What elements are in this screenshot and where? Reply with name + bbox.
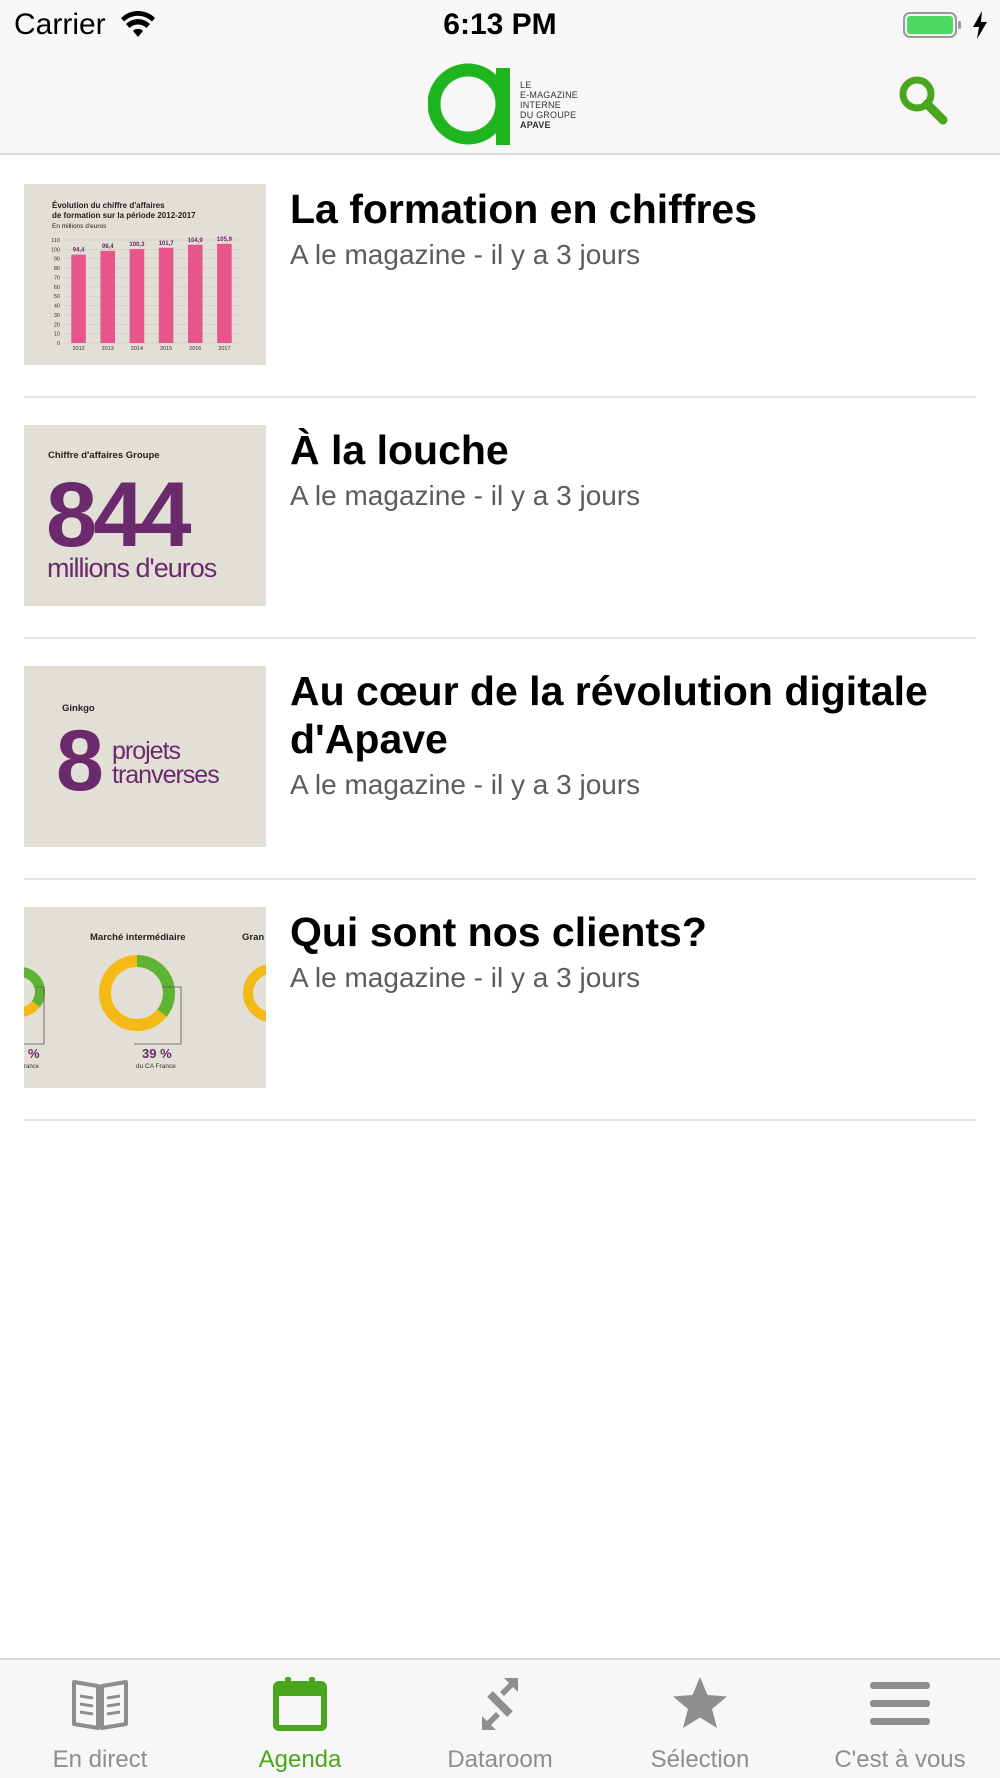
- x-tick-label: 2015: [160, 346, 172, 352]
- x-tick-label: 2013: [102, 346, 114, 352]
- thumb-big-number: 8: [56, 713, 104, 809]
- chart-bar: [71, 254, 86, 343]
- y-tick-label: 50: [54, 294, 60, 300]
- bar-value-label: 98,4: [102, 244, 114, 250]
- y-tick-label: 100: [51, 247, 60, 253]
- y-tick-label: 110: [51, 238, 60, 244]
- donut-charts-graphic: Marché intermédiaire Gran % rance 39 % d…: [24, 932, 266, 1070]
- tab-selection[interactable]: Sélection: [600, 1660, 800, 1778]
- tab-en-direct[interactable]: En direct: [0, 1660, 200, 1778]
- x-tick-label: 2014: [131, 346, 143, 352]
- article-row[interactable]: Évolution du chiffre d'affaires de forma…: [0, 157, 1000, 398]
- thumb-unit: millions d'euros: [47, 553, 217, 583]
- article-meta: A le magazine - il y a 3 jours: [290, 480, 641, 511]
- thumb-label-right: Gran: [242, 932, 264, 943]
- logo-wordmark: LE E-MAGAZINE INTERNE DU GROUPE APAVE: [520, 80, 578, 130]
- bar-value-label: 100,3: [129, 242, 145, 248]
- bar-value-label: 94,4: [73, 248, 85, 254]
- tab-label: Sélection: [650, 1746, 750, 1773]
- tab-agenda[interactable]: Agenda: [200, 1660, 400, 1778]
- chart-bar: [187, 244, 203, 343]
- search-icon[interactable]: [896, 74, 950, 128]
- tab-label: C'est à vous: [834, 1746, 966, 1773]
- chart-title: de formation sur la période 2012-2017: [52, 211, 196, 220]
- donut-sub: rance: [24, 1064, 40, 1070]
- calendar-icon: [273, 1677, 327, 1731]
- article-title[interactable]: Au cœur de la révolution digitale d'Apav…: [290, 667, 950, 763]
- nav-bar: LE E-MAGAZINE INTERNE DU GROUPE APAVE: [0, 50, 1000, 155]
- menu-icon: [870, 1682, 930, 1725]
- y-tick-label: 60: [54, 285, 60, 291]
- donut-percent: %: [28, 1046, 40, 1061]
- logo-line: DU GROUPE: [520, 110, 577, 120]
- donut-segment: [24, 967, 45, 1007]
- figure-844-graphic: Chiffre d'affaires Groupe 844 millions d…: [46, 450, 218, 583]
- chart-bar: [129, 249, 145, 343]
- donut-sub: du CA France: [136, 1063, 176, 1070]
- logo-line: APAVE: [520, 120, 551, 130]
- article-title[interactable]: La formation en chiffres: [290, 185, 950, 233]
- figure-8-projets-graphic: Ginkgo 8 projets tranverses: [56, 703, 220, 809]
- tab-dataroom[interactable]: Dataroom: [400, 1660, 600, 1778]
- revenue-bar-chart: Évolution du chiffre d'affaires de forma…: [51, 201, 239, 352]
- tab-cest-a-vous[interactable]: C'est à vous: [800, 1660, 1000, 1778]
- expand-arrows-icon: [482, 1678, 518, 1730]
- thumb-label: Chiffre d'affaires Groupe: [48, 450, 160, 461]
- article-thumbnail: Évolution du chiffre d'affaires de forma…: [24, 184, 266, 365]
- article-row[interactable]: Ginkgo 8 projets tranverses Au cœur de l…: [0, 639, 1000, 880]
- chart-bar: [158, 247, 174, 343]
- thumb-big-number: 844: [46, 464, 191, 566]
- article-thumbnail: Ginkgo 8 projets tranverses: [24, 666, 266, 847]
- y-tick-label: 10: [54, 332, 60, 338]
- y-tick-label: 80: [54, 266, 60, 272]
- clock: 6:13 PM: [443, 8, 557, 41]
- book-icon: [72, 1680, 128, 1730]
- y-tick-label: 40: [54, 304, 60, 310]
- chart-bar: [217, 243, 232, 343]
- charging-icon: [973, 11, 987, 39]
- battery-icon: [903, 12, 961, 38]
- chart-bar: [100, 250, 116, 343]
- star-icon: [673, 1677, 727, 1728]
- article-row[interactable]: Chiffre d'affaires Groupe 844 millions d…: [0, 398, 1000, 639]
- article-meta: A le magazine - il y a 3 jours: [290, 769, 641, 800]
- donut-segment: [243, 964, 266, 1022]
- y-tick-label: 30: [54, 313, 60, 319]
- article-meta: A le magazine - il y a 3 jours: [290, 239, 641, 270]
- row-divider: [24, 1119, 976, 1121]
- bar-value-label: 105,9: [217, 237, 233, 243]
- x-tick-label: 2016: [189, 346, 201, 352]
- article-thumbnail: Chiffre d'affaires Groupe 844 millions d…: [24, 425, 266, 606]
- tab-bar: En direct Agenda Dataroom Sélection C'es…: [0, 1658, 1000, 1778]
- y-tick-label: 0: [57, 341, 60, 347]
- y-tick-label: 20: [54, 322, 60, 328]
- thumb-line: tranverses: [112, 761, 219, 789]
- status-bar: Carrier 6:13 PM: [0, 0, 1000, 50]
- thumb-label: Marché intermédiaire: [90, 932, 186, 943]
- tab-label: Agenda: [258, 1746, 342, 1773]
- tab-label: En direct: [52, 1746, 148, 1773]
- chart-subtitle: En millions d'euros: [52, 223, 107, 230]
- article-meta: A le magazine - il y a 3 jours: [290, 962, 641, 993]
- y-tick-label: 70: [54, 275, 60, 281]
- donut-percent: 39 %: [142, 1046, 172, 1061]
- article-list: Évolution du chiffre d'affaires de forma…: [0, 157, 1000, 1121]
- article-title[interactable]: Qui sont nos clients?: [290, 908, 950, 956]
- article-title[interactable]: À la louche: [290, 426, 950, 474]
- y-tick-label: 90: [54, 257, 60, 263]
- article-row[interactable]: Marché intermédiaire Gran % rance 39 % d…: [0, 880, 1000, 1121]
- logo-line: E-MAGAZINE: [520, 90, 579, 100]
- tab-label: Dataroom: [447, 1746, 553, 1773]
- bar-value-label: 104,9: [188, 238, 204, 244]
- article-thumbnail: Marché intermédiaire Gran % rance 39 % d…: [24, 907, 266, 1088]
- bar-value-label: 101,7: [159, 241, 175, 247]
- chart-title: Évolution du chiffre d'affaires: [52, 201, 165, 210]
- logo-line: LE: [520, 80, 532, 90]
- x-tick-label: 2012: [72, 346, 84, 352]
- x-tick-label: 2017: [218, 346, 230, 352]
- logo-line: INTERNE: [520, 100, 561, 110]
